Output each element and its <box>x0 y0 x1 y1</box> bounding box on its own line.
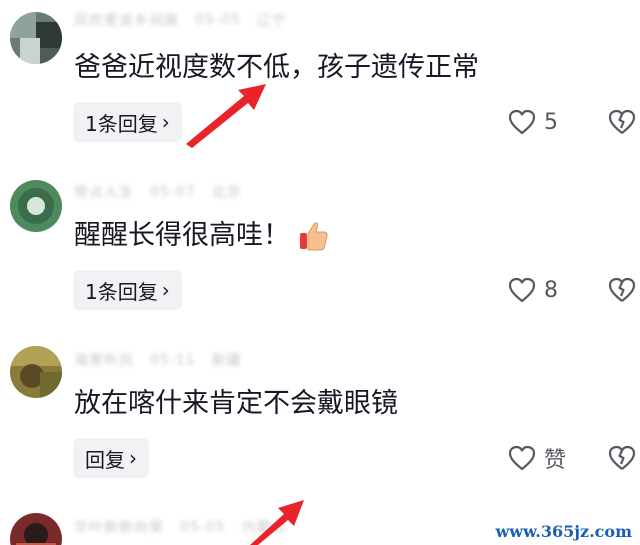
comment-meta: 海景听风 05-11 新疆 <box>74 350 242 370</box>
broken-heart-icon <box>608 445 636 470</box>
comment-date: 05-05 <box>195 12 241 28</box>
like-count: 赞 <box>544 448 567 473</box>
comment-date: 05-11 <box>150 352 196 368</box>
chevron-right-icon: › <box>161 278 170 302</box>
comment-date: 05-05 <box>180 519 226 535</box>
avatar[interactable] <box>10 513 62 545</box>
dislike-button[interactable] <box>608 106 636 138</box>
watermark: www.365jz.com <box>495 522 632 541</box>
reply-label: 回复 <box>85 447 125 472</box>
reply-label: 1条回复 <box>85 111 158 136</box>
dislike-button[interactable] <box>608 442 636 474</box>
author-name[interactable]: 华叶新新向荣 <box>74 517 164 537</box>
view-replies-button[interactable]: 1条回复 › <box>73 270 182 310</box>
chevron-right-icon: › <box>129 446 137 470</box>
like-count: 8 <box>544 277 558 303</box>
chevron-right-icon: › <box>161 110 170 134</box>
broken-heart-icon <box>608 109 636 134</box>
avatar[interactable] <box>10 180 62 232</box>
heart-outline-icon <box>508 445 536 471</box>
author-name[interactable]: 风吹麦浪乡间路 <box>74 10 179 30</box>
comment-item-1: 风吹麦浪乡间路 05-05 辽宁 爸爸近视度数不低，孩子遗传正常 1条回复 › … <box>0 0 640 160</box>
like-count: 5 <box>544 109 558 135</box>
comment-date: 05-07 <box>150 184 196 200</box>
annotation-arrow-icon <box>186 84 266 148</box>
dislike-button[interactable] <box>608 274 636 306</box>
annotation-arrow-icon <box>250 500 304 545</box>
comment-location: 辽宁 <box>256 13 287 29</box>
like-button[interactable]: 5 <box>508 106 558 138</box>
author-name[interactable]: 带点人生 <box>74 182 134 202</box>
heart-outline-icon <box>508 277 536 303</box>
avatar[interactable] <box>10 346 62 398</box>
broken-heart-icon <box>608 277 636 302</box>
reply-button[interactable]: 回复 › <box>73 438 149 478</box>
comment-text: 放在喀什来肯定不会戴眼镜 <box>74 388 398 419</box>
like-button[interactable]: 赞 <box>508 442 566 474</box>
avatar[interactable] <box>10 12 62 64</box>
comment-meta: 带点人生 05-07 北京 <box>74 182 242 202</box>
author-name[interactable]: 海景听风 <box>74 350 134 370</box>
comment-meta: 风吹麦浪乡间路 05-05 辽宁 <box>74 10 287 30</box>
view-replies-button[interactable]: 1条回复 › <box>73 102 182 142</box>
comment-text: 爸爸近视度数不低，孩子遗传正常 <box>74 52 479 83</box>
comment-item-2: 带点人生 05-07 北京 醒醒长得很高哇！ 1条回复 › 8 <box>0 170 640 330</box>
comment-location: 北京 <box>211 185 242 201</box>
reply-label: 1条回复 <box>85 279 158 304</box>
comment-location: 新疆 <box>211 353 242 369</box>
thumbs-up-emoji-icon <box>300 222 328 251</box>
comment-item-3: 海景听风 05-11 新疆 放在喀什来肯定不会戴眼镜 回复 › 赞 <box>0 340 640 490</box>
heart-outline-icon <box>508 109 536 135</box>
comment-text: 醒醒长得很高哇！ <box>74 218 330 254</box>
like-button[interactable]: 8 <box>508 274 558 306</box>
